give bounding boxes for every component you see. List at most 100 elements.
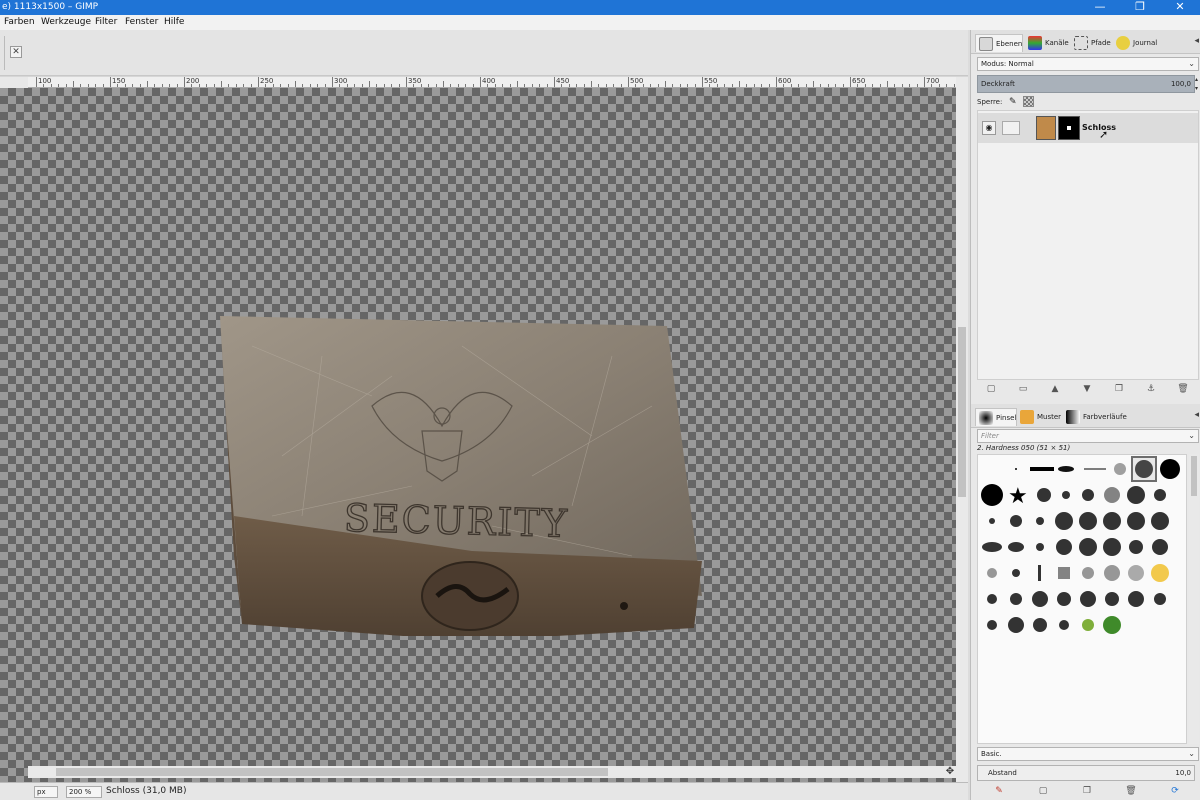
ruler-minor-tick — [694, 84, 696, 87]
image-canvas[interactable]: SECURITY — [0, 88, 956, 796]
brush-set-select[interactable]: Basic. ⌄ — [977, 747, 1199, 761]
layer-thumbnail[interactable] — [1036, 116, 1056, 140]
ruler-minor-tick — [206, 84, 208, 87]
navigate-icon[interactable]: ✥ — [944, 766, 956, 778]
tab-kanaele[interactable]: Kanäle — [1025, 34, 1069, 52]
brush-scroll-thumb[interactable] — [1191, 456, 1197, 496]
brush-set-label: Basic. — [981, 750, 1002, 758]
eye-icon[interactable]: ◉ — [982, 121, 996, 135]
ruler-minor-tick — [753, 84, 755, 87]
brush-grid[interactable]: ★ — [977, 454, 1187, 744]
ruler-minor-tick — [716, 84, 718, 87]
dock-menu-icon[interactable]: ◂ — [1194, 36, 1199, 46]
brush-scrollbar[interactable] — [1189, 454, 1199, 744]
tab-pfade[interactable]: Pfade — [1071, 34, 1111, 52]
refresh-brushes-icon[interactable]: ⟳ — [1169, 785, 1181, 797]
layers-dock-tabs: Ebenen Kanäle Pfade Journal ◂ — [971, 30, 1200, 54]
ruler-minor-tick — [487, 84, 489, 87]
new-layer-icon[interactable]: ▢ — [985, 383, 997, 395]
tab-journal[interactable]: Journal — [1113, 34, 1157, 52]
ruler-minor-tick — [605, 84, 607, 87]
new-layer-group-icon[interactable]: ▭ — [1017, 383, 1029, 395]
canvas-vertical-scrollbar[interactable] — [956, 77, 968, 796]
mode-select[interactable]: Modus: Normal ⌄ — [977, 57, 1199, 71]
ruler-minor-tick — [346, 84, 348, 87]
ruler-minor-tick — [650, 84, 652, 87]
ruler-tick-label: 300 — [334, 77, 348, 85]
delete-layer-icon[interactable]: 🗑 — [1177, 383, 1189, 395]
tab-ebenen-label: Ebenen — [996, 40, 1023, 48]
maximize-button[interactable]: ❐ — [1120, 0, 1160, 15]
ruler-minor-tick — [864, 84, 866, 87]
ruler-minor-tick — [620, 84, 622, 87]
tab-muster[interactable]: Muster — [1017, 408, 1061, 426]
ruler-minor-tick — [790, 84, 792, 87]
ruler-minor-tick — [147, 81, 148, 87]
brushes-dock-menu-icon[interactable]: ◂ — [1194, 410, 1199, 420]
horizontal-ruler[interactable]: 100 150 200 250 300 350 400 450 500 550 600 650 700 — [28, 77, 956, 88]
close-button[interactable]: ✕ — [1160, 0, 1200, 15]
ruler-minor-tick — [391, 84, 393, 87]
ruler-tick-label: 100 — [38, 77, 52, 85]
ruler-tick-label: 250 — [260, 77, 274, 85]
ruler-minor-tick — [820, 84, 822, 87]
ruler-minor-tick — [383, 84, 385, 87]
menu-farben[interactable]: Farben — [4, 17, 35, 27]
duplicate-layer-icon[interactable]: ❐ — [1113, 383, 1125, 395]
ruler-minor-tick — [339, 84, 341, 87]
canvas-vertical-scroll-thumb[interactable] — [958, 327, 966, 497]
tab-ebenen[interactable]: Ebenen — [975, 34, 1024, 52]
canvas-horizontal-scrollbar[interactable] — [28, 766, 956, 778]
brush-filter-input[interactable]: Filter ⌄ — [977, 429, 1199, 443]
title-bar: e) 1113x1500 – GIMP — ❐ ✕ — [0, 0, 1200, 15]
ruler-minor-tick — [509, 84, 511, 87]
ruler-minor-tick — [546, 84, 548, 87]
tab-separator — [4, 36, 5, 70]
minimize-button[interactable]: — — [1080, 0, 1120, 15]
ruler-minor-tick — [901, 84, 903, 87]
menu-fenster[interactable]: Fenster — [125, 17, 158, 27]
menu-filter[interactable]: Filter — [95, 17, 117, 27]
zoom-select[interactable]: 200 % — [66, 786, 102, 798]
status-info: Schloss (31,0 MB) — [106, 786, 187, 796]
canvas-horizontal-scroll-thumb[interactable] — [56, 768, 608, 776]
mode-select-label: Modus: Normal — [981, 60, 1034, 68]
menu-werkzeuge[interactable]: Werkzeuge — [41, 17, 91, 27]
ruler-major-tick — [554, 77, 555, 87]
menu-hilfe[interactable]: Hilfe — [164, 17, 184, 27]
tab-farbverlaeufe[interactable]: Farbverläufe — [1063, 408, 1127, 426]
unit-select[interactable]: px — [34, 786, 58, 798]
ruler-minor-tick — [309, 84, 311, 87]
duplicate-brush-icon[interactable]: ❐ — [1081, 785, 1093, 797]
opacity-spin-buttons[interactable]: ▴ ▾ — [1195, 75, 1200, 93]
layer-mask-thumbnail[interactable] — [1058, 116, 1080, 140]
padlock-image: SECURITY — [220, 316, 702, 636]
spacing-slider[interactable]: Abstand 10,0 — [977, 765, 1195, 781]
raise-layer-icon[interactable]: ▲ — [1049, 383, 1061, 395]
opacity-slider[interactable]: Deckkraft 100,0 — [977, 75, 1195, 93]
ruler-minor-tick — [679, 84, 681, 87]
ruler-major-tick — [406, 77, 407, 87]
layer-row[interactable]: ◉ Schloss ➚ — [978, 113, 1198, 143]
close-image-tab-icon[interactable]: ✕ — [10, 46, 22, 58]
edit-brush-icon[interactable]: ✎ — [993, 785, 1005, 797]
ruler-minor-tick — [369, 81, 370, 87]
ruler-minor-tick — [835, 84, 837, 87]
anchor-layer-icon[interactable]: ⚓ — [1145, 383, 1157, 395]
lower-layer-icon[interactable]: ▼ — [1081, 383, 1093, 395]
ruler-minor-tick — [494, 84, 496, 87]
ruler-minor-tick — [302, 84, 304, 87]
ruler-minor-tick — [361, 84, 363, 87]
opacity-value: 100,0 — [1170, 80, 1191, 88]
lock-pixels-icon[interactable]: ✎ — [1009, 97, 1019, 107]
tab-pinsel[interactable]: Pinsel — [975, 408, 1018, 426]
chain-icon[interactable] — [1002, 121, 1020, 135]
ruler-minor-tick — [657, 84, 659, 87]
ruler-minor-tick — [583, 84, 585, 87]
brush-presets: ★ — [981, 456, 1180, 634]
ruler-minor-tick — [102, 84, 104, 87]
lock-alpha-icon[interactable] — [1023, 96, 1034, 107]
new-brush-icon[interactable]: ▢ — [1037, 785, 1049, 797]
ruler-minor-tick — [73, 81, 74, 87]
delete-brush-icon[interactable]: 🗑 — [1125, 785, 1137, 797]
